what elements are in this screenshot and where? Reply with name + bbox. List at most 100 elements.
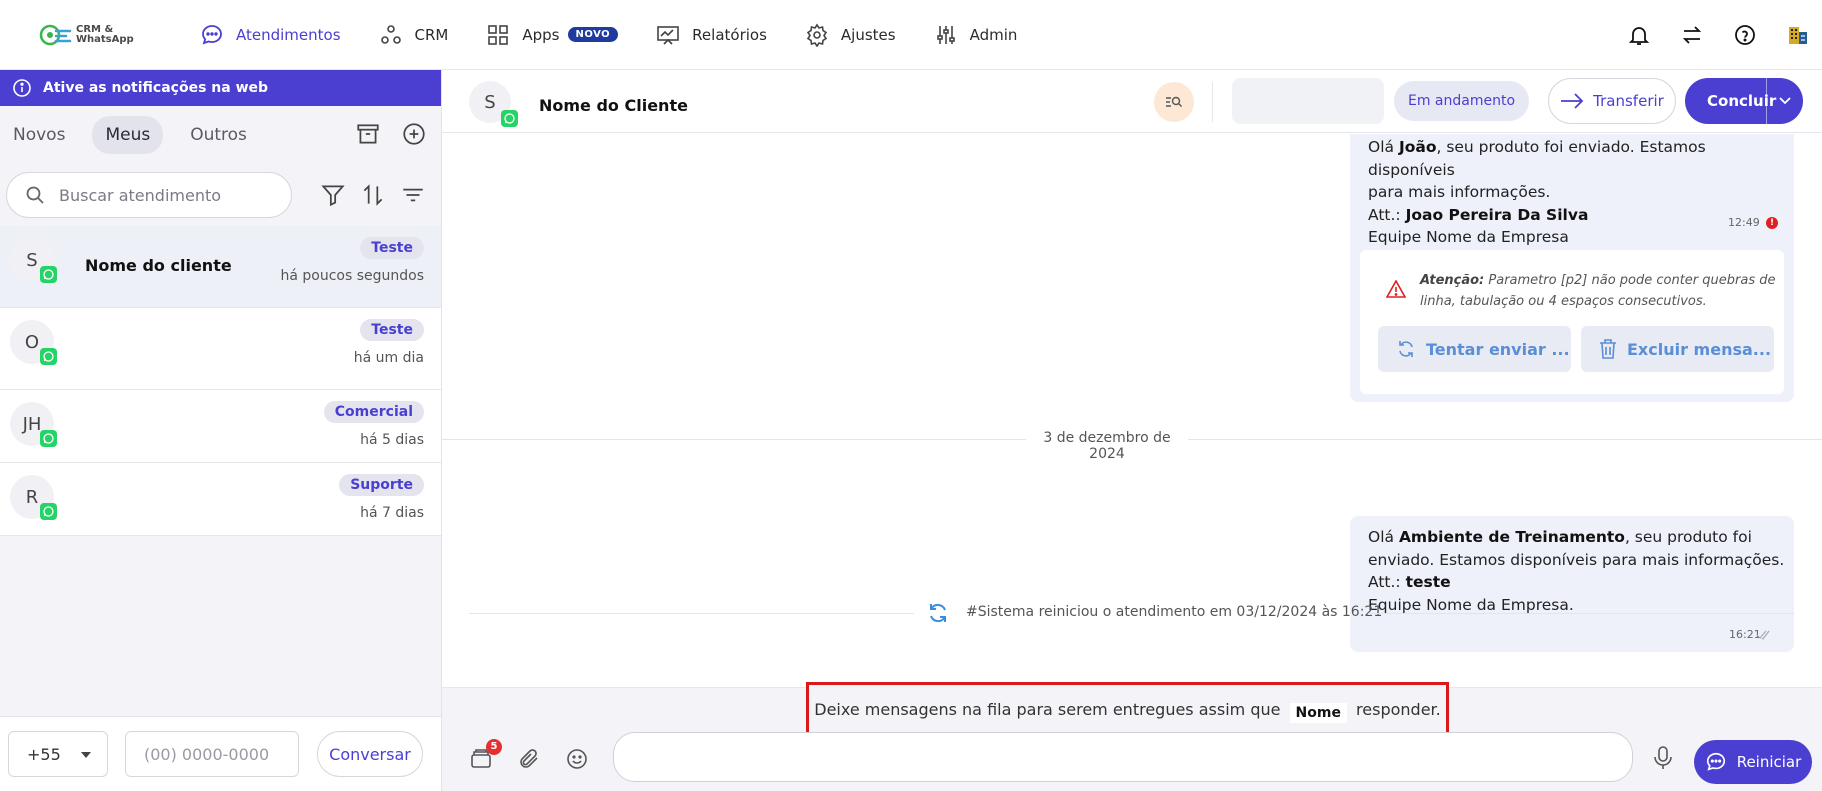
warning-triangle-icon (1386, 280, 1406, 298)
retry-send-button[interactable]: Tentar enviar ... (1378, 326, 1571, 372)
logo-icon (39, 24, 72, 45)
tab-outros[interactable]: Outros (177, 116, 260, 154)
whatsapp-icon (501, 110, 518, 127)
top-navigation: CRM & WhatsApp Atendimentos CRM Apps NOV… (0, 0, 1822, 70)
restart-button[interactable]: Reiniciar (1694, 740, 1812, 784)
restart-cycle-icon (926, 601, 950, 625)
nav-relatorios[interactable]: Relatórios (656, 23, 767, 47)
queue-notice: Deixe mensagens na fila para serem entre… (806, 682, 1449, 736)
search-row (0, 164, 441, 226)
conversation-time: há 7 dias (360, 505, 424, 521)
tab-meus[interactable]: Meus (92, 116, 164, 154)
conversation-list: S Nome do cliente Teste há poucos segund… (0, 226, 441, 536)
brand-logo[interactable]: CRM & WhatsApp (38, 23, 200, 47)
notification-text: Ative as notificações na web (43, 80, 269, 96)
grid-icon (486, 23, 510, 47)
nav-ajustes[interactable]: Ajustes (805, 23, 896, 47)
trash-icon (1599, 339, 1617, 359)
search-box[interactable] (6, 172, 292, 218)
new-badge: NOVO (567, 27, 619, 42)
nav-label-atendimentos: Atendimentos (236, 25, 341, 44)
message-composer: Deixe mensagens na fila para serem entre… (442, 682, 1822, 791)
outgoing-message: Olá João, seu produto foi enviado. Estam… (1350, 134, 1794, 402)
gear-icon (805, 23, 829, 47)
search-input[interactable] (59, 185, 279, 205)
transfer-button[interactable]: Transferir (1548, 78, 1676, 124)
message-variable: Ambiente de Treinamento (1398, 528, 1625, 546)
nav-label-admin: Admin (969, 25, 1018, 44)
transfer-label: Transferir (1593, 92, 1664, 110)
conversation-time: há 5 dias (360, 432, 424, 448)
message-variable: João (1398, 138, 1437, 156)
company-building-icon[interactable] (1786, 23, 1810, 47)
nodes-icon (379, 23, 403, 47)
swap-arrows-icon[interactable] (1680, 23, 1704, 47)
nav-apps[interactable]: Apps NOVO (486, 23, 619, 47)
add-circle-icon[interactable] (401, 121, 427, 147)
nav-crm[interactable]: CRM (379, 23, 449, 47)
refresh-icon (1396, 339, 1416, 359)
queue-tag: Teste (360, 319, 424, 341)
message-body: Olá João, seu produto foi enviado. Estam… (1368, 138, 1706, 246)
conversation-tabs: Novos Meus Outros (0, 106, 441, 164)
client-name[interactable]: Nome do Cliente (539, 96, 688, 115)
whatsapp-icon (40, 430, 57, 447)
help-icon[interactable] (1733, 23, 1757, 47)
chevron-down-icon[interactable] (1778, 94, 1792, 108)
conversation-item[interactable]: S Nome do cliente Teste há poucos segund… (0, 226, 441, 308)
conclude-button[interactable]: Concluir (1685, 78, 1803, 124)
logo-line1: CRM & (76, 23, 114, 35)
date-separator: 3 de dezembro de 2024 (442, 429, 1822, 462)
conversation-time: há um dia (353, 350, 424, 366)
message-variable: Joao Pereira Da Silva (1405, 205, 1589, 224)
conversation-item[interactable]: JH Comercial há 5 dias (0, 390, 441, 463)
search-icon (25, 185, 45, 205)
sort-arrows-icon[interactable] (360, 182, 386, 208)
whatsapp-icon (40, 266, 57, 283)
main-nav: Atendimentos CRM Apps NOVO Relatórios Aj… (200, 0, 1055, 70)
phone-input[interactable] (144, 744, 289, 764)
emoji-icon[interactable] (565, 747, 589, 771)
message-search-button[interactable] (1154, 82, 1194, 122)
sliders-icon (934, 23, 958, 47)
error-indicator: ! (1766, 217, 1778, 229)
phone-field[interactable] (125, 731, 299, 777)
chat-bubble-icon (1705, 751, 1727, 773)
enable-notifications-banner[interactable]: Ative as notificações na web (0, 70, 441, 106)
conversation-item[interactable]: O Teste há um dia (0, 308, 441, 390)
list-filter-icon[interactable] (400, 182, 426, 208)
top-right-actions (1627, 0, 1822, 70)
filter-icon[interactable] (320, 182, 346, 208)
country-code-select[interactable]: +55 (8, 731, 108, 777)
outgoing-message: Olá Ambiente de Treinamento, seu produto… (1350, 516, 1794, 652)
queue-tag: Suporte (339, 474, 424, 496)
new-conversation-bar: +55 Conversar (0, 716, 441, 791)
bell-icon[interactable] (1627, 23, 1651, 47)
tab-novos[interactable]: Novos (0, 116, 78, 154)
delete-message-button[interactable]: Excluir mensa... (1581, 326, 1774, 372)
restart-label: Reiniciar (1736, 753, 1802, 771)
chat-panel: S Nome do Cliente Em andamento Transferi… (442, 70, 1822, 791)
conversation-item[interactable]: R Suporte há 7 dias (0, 463, 441, 536)
message-input[interactable] (613, 732, 1633, 782)
nav-label-crm: CRM (414, 25, 449, 44)
date-label: 3 de dezembro de 2024 (1026, 430, 1188, 462)
paperclip-icon[interactable] (517, 747, 541, 771)
search-list-icon (1165, 93, 1183, 111)
nav-label-ajustes: Ajustes (840, 25, 896, 44)
system-event: #Sistema reiniciou o atendimento em 03/1… (442, 598, 1822, 628)
nav-atendimentos[interactable]: Atendimentos (200, 23, 341, 47)
start-conversation-button[interactable]: Conversar (317, 731, 423, 777)
message-variable: teste (1405, 573, 1451, 591)
microphone-icon[interactable] (1652, 746, 1674, 770)
whatsapp-icon (40, 503, 57, 520)
caret-down-icon (81, 752, 91, 758)
archive-icon[interactable] (355, 121, 381, 147)
nav-admin[interactable]: Admin (934, 23, 1018, 47)
nav-label-apps: Apps (522, 25, 560, 44)
double-check-icon (1756, 630, 1770, 640)
message-area: Olá João, seu produto foi enviado. Estam… (442, 134, 1822, 687)
message-queue-icon[interactable]: 5 (469, 739, 502, 771)
delivery-error-card: Atenção: Parametro [p2] não pode conter … (1360, 250, 1784, 394)
conversation-time: há poucos segundos (280, 268, 424, 284)
